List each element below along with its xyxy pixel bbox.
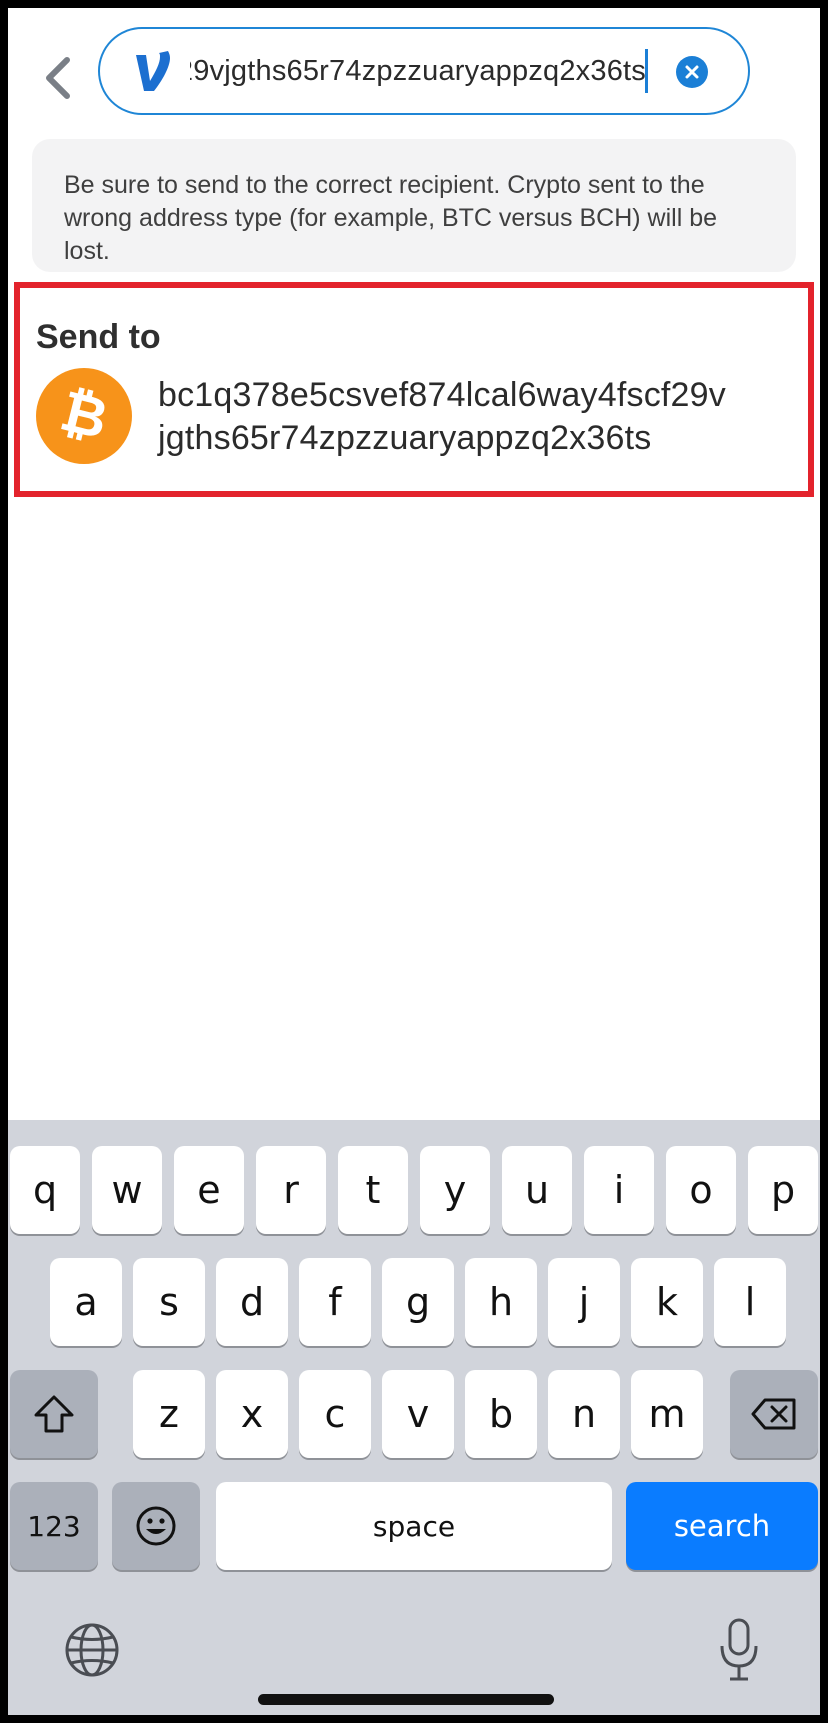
address-line-2: jgths65r74zpzzuaryappzq2x36ts xyxy=(158,419,652,457)
text-caret xyxy=(645,49,648,93)
shift-arrow-icon xyxy=(34,1395,74,1433)
key-l[interactable]: l xyxy=(714,1258,786,1346)
chevron-left-icon xyxy=(46,57,70,99)
key-j[interactable]: j xyxy=(548,1258,620,1346)
address-line-1: bc1q378e5csvef874lcal6way4fscf29v xyxy=(158,376,726,414)
svg-text:₿: ₿ xyxy=(54,378,114,452)
emoji-key[interactable] xyxy=(112,1482,200,1570)
search-field[interactable]: bc1q378e5csvef874lcal6way4fscf29vjgths65… xyxy=(98,27,750,115)
send-to-title: Send to xyxy=(36,318,161,356)
key-q[interactable]: q xyxy=(10,1146,80,1234)
dictation-button[interactable] xyxy=(714,1616,764,1684)
key-h[interactable]: h xyxy=(465,1258,537,1346)
key-n[interactable]: n xyxy=(548,1370,620,1458)
key-p[interactable]: p xyxy=(748,1146,818,1234)
key-i[interactable]: i xyxy=(584,1146,654,1234)
key-c[interactable]: c xyxy=(299,1370,371,1458)
backspace-icon xyxy=(751,1398,796,1430)
keyboard: q w e r t y u i o p a s d f g h j k l z … xyxy=(8,1120,820,1715)
bitcoin-address: bc1q378e5csvef874lcal6way4fscf29v jgths6… xyxy=(158,374,808,460)
bitcoin-symbol-icon: ₿ xyxy=(54,378,114,452)
send-to-section: Send to ₿ bc1q378e5csvef874lcal6way4fscf… xyxy=(14,282,814,497)
emoji-icon xyxy=(136,1506,176,1546)
key-g[interactable]: g xyxy=(382,1258,454,1346)
key-u[interactable]: u xyxy=(502,1146,572,1234)
key-z[interactable]: z xyxy=(133,1370,205,1458)
close-icon xyxy=(685,65,699,79)
venmo-logo-icon xyxy=(136,51,170,91)
bitcoin-address-result[interactable]: ₿ bc1q378e5csvef874lcal6way4fscf29v jgth… xyxy=(32,366,802,466)
home-indicator[interactable] xyxy=(258,1694,554,1705)
space-key[interactable]: space xyxy=(216,1482,612,1570)
search-key[interactable]: search xyxy=(626,1482,818,1570)
key-d[interactable]: d xyxy=(216,1258,288,1346)
key-x[interactable]: x xyxy=(216,1370,288,1458)
warning-text: Be sure to send to the correct recipient… xyxy=(64,171,718,265)
key-s[interactable]: s xyxy=(133,1258,205,1346)
microphone-icon xyxy=(720,1618,758,1681)
key-w[interactable]: w xyxy=(92,1146,162,1234)
globe-icon xyxy=(65,1623,119,1677)
bitcoin-icon: ₿ xyxy=(36,368,132,464)
recipient-warning: Be sure to send to the correct recipient… xyxy=(32,139,796,272)
key-v[interactable]: v xyxy=(382,1370,454,1458)
key-b[interactable]: b xyxy=(465,1370,537,1458)
back-button[interactable] xyxy=(30,46,86,110)
screen: bc1q378e5csvef874lcal6way4fscf29v jgths65… xyxy=(8,8,820,1715)
key-t[interactable]: t xyxy=(338,1146,408,1234)
key-a[interactable]: a xyxy=(50,1258,122,1346)
globe-button[interactable] xyxy=(62,1620,122,1680)
delete-key[interactable] xyxy=(730,1370,818,1458)
key-y[interactable]: y xyxy=(420,1146,490,1234)
key-m[interactable]: m xyxy=(631,1370,703,1458)
key-k[interactable]: k xyxy=(631,1258,703,1346)
shift-key[interactable] xyxy=(10,1370,98,1458)
key-o[interactable]: o xyxy=(666,1146,736,1234)
key-r[interactable]: r xyxy=(256,1146,326,1234)
numbers-key[interactable]: 123 xyxy=(10,1482,98,1570)
search-input[interactable]: bc1q378e5csvef874lcal6way4fscf29vjgths65… xyxy=(190,47,646,95)
key-f[interactable]: f xyxy=(299,1258,371,1346)
key-e[interactable]: e xyxy=(174,1146,244,1234)
clear-search-button[interactable] xyxy=(676,56,708,88)
